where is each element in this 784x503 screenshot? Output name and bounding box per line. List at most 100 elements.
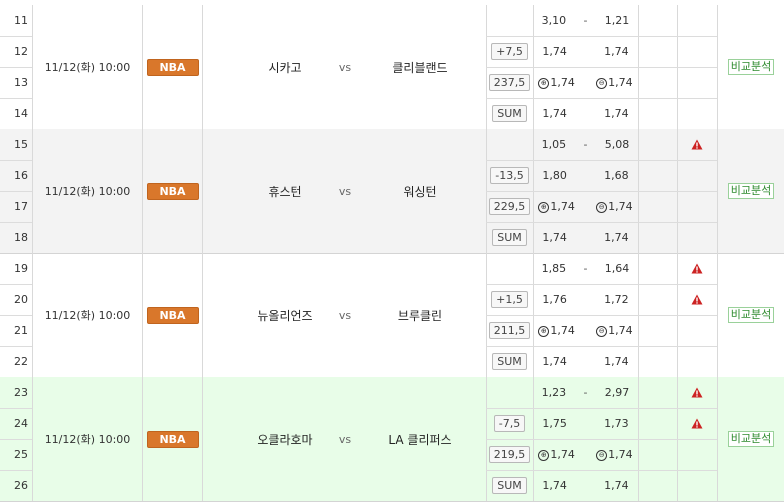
row-number: 18 [14,231,28,244]
odds-home[interactable]: 1,76 [542,293,567,306]
odds-away[interactable]: 1,74 [604,355,629,368]
odds-home[interactable]: 1,80 [542,169,567,182]
odds-text: 1,76 [542,293,567,306]
game-group: 11/12(화) 10:00 NBA 뉴올리언즈 vs 브루클린 비교분석 19 1,85 - 1… [0,253,784,378]
row-number: 12 [14,45,28,58]
home-team[interactable]: 뉴올리언즈 [257,307,312,324]
away-team[interactable]: 워싱턴 [403,183,436,200]
odds-home[interactable]: 1,85 [542,262,567,275]
row-divider [638,36,677,37]
under-icon: ⊖ [596,449,608,461]
away-team[interactable]: 클리블랜드 [392,59,447,76]
compare-analysis-button[interactable]: 비교분석 [727,59,775,75]
row-divider [677,36,717,37]
odds-away[interactable]: 2,97 [605,386,630,399]
home-team[interactable]: 휴스턴 [268,183,301,200]
row-divider [677,315,717,316]
odds-away[interactable]: 1,73 [604,417,629,430]
odds-text: 1,73 [604,417,629,430]
over-icon: ⊕ [538,201,550,213]
game-datetime: 11/12(화) 10:00 [44,185,131,198]
handicap-value: 229,5 [488,198,531,215]
odds-home[interactable]: ⊕ 1,74 [538,200,575,213]
odds-away[interactable]: 1,74 [604,45,629,58]
odds-away[interactable]: 1,74 [604,231,629,244]
game-group: 11/12(화) 10:00 NBA 오클라호마 vs LA 클리퍼스 비교분석 23 1,2… [0,377,784,502]
compare-analysis-button[interactable]: 비교분석 [727,183,775,199]
odds-draw: - [583,262,588,275]
odds-away[interactable]: ⊖ 1,74 [596,324,633,337]
odds-text: 1,05 [541,138,567,151]
row-number: 13 [14,76,28,89]
row-divider [638,67,677,68]
odds-away[interactable]: 1,64 [605,262,630,275]
row-number: 14 [14,107,28,120]
warning-icon[interactable] [691,139,703,150]
row-number: 24 [14,417,28,430]
odds-text: 1,74 [608,76,633,89]
odds-away[interactable]: 1,74 [604,479,629,492]
odds-away[interactable]: ⊖ 1,74 [596,76,633,89]
row-divider [677,98,717,99]
odds-home[interactable]: ⊕ 1,74 [538,324,575,337]
odds-home[interactable]: 1,74 [542,355,567,368]
league-badge[interactable]: NBA [146,58,199,76]
away-team[interactable]: LA 클리퍼스 [388,431,451,448]
row-number: 11 [14,14,28,27]
row-number: 21 [14,324,28,337]
league-badge[interactable]: NBA [146,306,199,324]
odds-away[interactable]: 1,21 [605,14,630,27]
handicap-value: -13,5 [490,167,529,184]
odds-draw: - [583,138,588,151]
warning-icon[interactable] [691,263,703,274]
odds-text: 1,74 [550,76,575,89]
row-divider [677,222,717,223]
warning-icon[interactable] [691,294,703,305]
odds-home[interactable]: 1,74 [542,479,567,492]
row-divider [638,160,677,161]
vs-label: vs [338,432,352,446]
odds-text: 1,74 [604,107,629,120]
compare-analysis-button[interactable]: 비교분석 [727,431,775,447]
warning-icon[interactable] [691,418,703,429]
handicap-value: +1,5 [491,291,528,308]
row-divider [638,222,677,223]
odds-home[interactable]: ⊕ 1,74 [538,76,575,89]
odds-away[interactable]: 1,74 [604,107,629,120]
odds-home[interactable]: 1,74 [542,107,567,120]
home-team[interactable]: 시카고 [268,59,301,76]
handicap-value: SUM [492,353,527,370]
odds-home[interactable]: 3,10 [542,14,567,27]
row-number: 17 [14,200,28,213]
row-number: 20 [14,293,28,306]
league-badge[interactable]: NBA [146,182,199,200]
odds-text: 1,23 [541,386,567,399]
game-group: 11/12(화) 10:00 NBA 시카고 vs 클리블랜드 비교분석 11 3,10 - 1,… [0,5,784,130]
row-divider [638,284,677,285]
odds-away[interactable]: ⊖ 1,74 [596,448,633,461]
odds-away[interactable]: 5,08 [605,138,630,151]
game-datetime: 11/12(화) 10:00 [44,309,131,322]
odds-home[interactable]: ⊕ 1,74 [538,448,575,461]
over-icon: ⊕ [538,449,550,461]
odds-away[interactable]: ⊖ 1,74 [596,200,633,213]
row-divider [638,408,677,409]
away-team[interactable]: 브루클린 [398,307,442,324]
odds-home[interactable]: 1,23 [542,386,567,399]
warning-icon[interactable] [691,387,703,398]
odds-away[interactable]: 1,68 [604,169,629,182]
odds-home[interactable]: 1,05 [542,138,567,151]
odds-text: 1,85 [541,262,567,275]
home-team[interactable]: 오클라호마 [257,431,312,448]
odds-home[interactable]: 1,75 [542,417,567,430]
handicap-value: -7,5 [493,415,526,432]
odds-away[interactable]: 1,72 [604,293,629,306]
odds-text: 5,08 [604,138,630,151]
game-datetime: 11/12(화) 10:00 [44,433,131,446]
compare-analysis-button[interactable]: 비교분석 [727,307,775,323]
odds-home[interactable]: 1,74 [542,231,567,244]
league-badge[interactable]: NBA [146,430,199,448]
over-icon: ⊕ [538,325,550,337]
odds-text: 1,74 [608,448,633,461]
odds-home[interactable]: 1,74 [542,45,567,58]
